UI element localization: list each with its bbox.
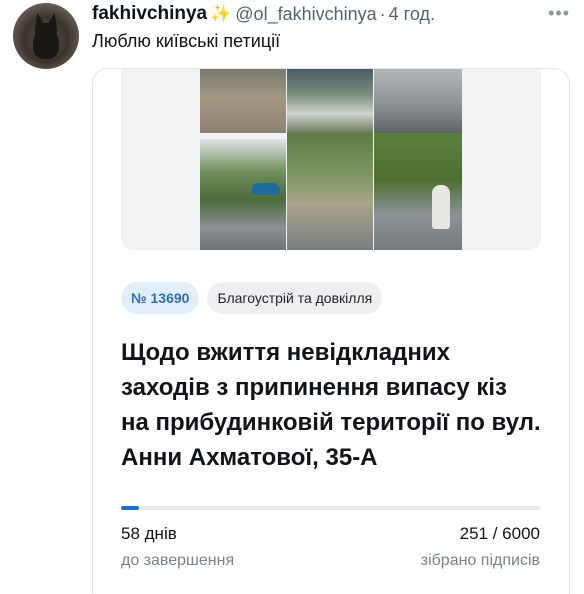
user-handle[interactable]: @ol_fakhivchinya <box>235 4 376 25</box>
goat-shape <box>432 185 450 229</box>
signatures-label: зібрано підписів <box>420 552 540 569</box>
days-left-stat: 58 днів до завершення <box>121 524 234 570</box>
tweet-header: fakhivchinya ✨ @ol_fakhivchinya · 4 год.… <box>92 1 570 27</box>
blue-car-shape <box>252 183 280 195</box>
signature-progress-bar <box>121 506 541 510</box>
petition-number-badge: № 13690 <box>121 282 200 314</box>
category-badge: Благоустрій та довкілля <box>207 282 383 314</box>
avatar-dog-body <box>33 29 59 59</box>
avatar[interactable] <box>13 3 79 69</box>
petition-title[interactable]: Щодо вжиття невідкладних заходів з припи… <box>121 335 541 475</box>
photo-car-closeup <box>374 69 462 133</box>
photo-parking-lot <box>287 133 373 250</box>
petition-badges: № 13690 Благоустрій та довкілля <box>121 282 383 314</box>
display-name[interactable]: fakhivchinya <box>92 3 207 25</box>
sparkles-emoji: ✨ <box>210 4 232 23</box>
photo-dry-grass <box>200 69 286 133</box>
more-options-icon[interactable]: ••• <box>548 3 570 24</box>
signature-progress-fill <box>121 506 139 510</box>
petition-card[interactable]: № 13690 Благоустрій та довкілля Щодо вжи… <box>92 68 570 594</box>
tweet[interactable]: fakhivchinya ✨ @ol_fakhivchinya · 4 год.… <box>0 0 584 594</box>
petition-photo-collage <box>121 69 541 250</box>
tweet-text: Люблю київські петиції <box>92 31 281 51</box>
photo-yard-blue-car <box>200 139 286 250</box>
signatures-stat: 251 / 6000 зібрано підписів <box>421 524 540 570</box>
photo-goat-tree <box>287 69 373 133</box>
signatures-value: 251 / 6000 <box>459 524 540 543</box>
days-left-label: до завершення <box>121 552 235 569</box>
timestamp[interactable]: 4 год. <box>389 4 435 25</box>
header-separator: · <box>379 3 386 24</box>
days-left-value: 58 днів <box>121 524 177 543</box>
photo-goat-on-car <box>374 133 462 250</box>
